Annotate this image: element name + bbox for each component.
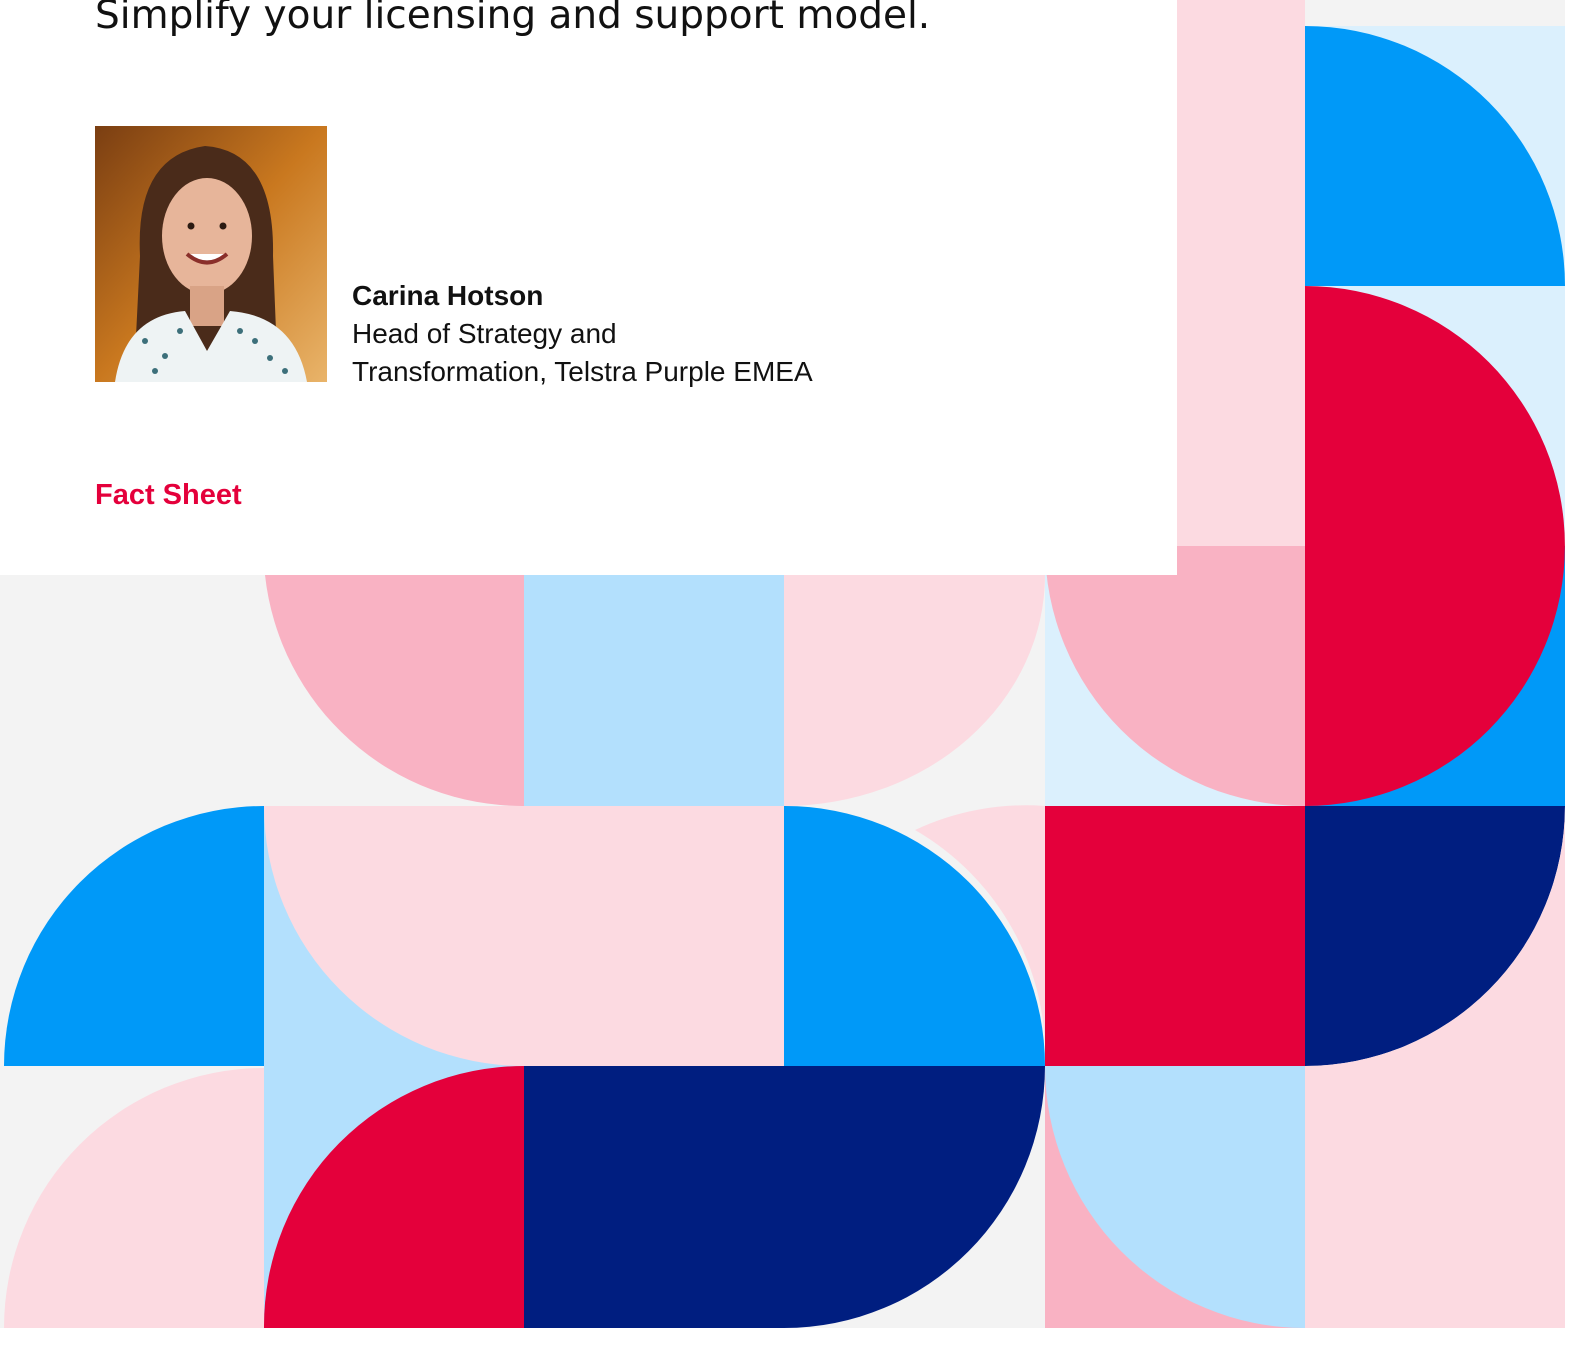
author-name: Carina Hotson <box>352 280 544 311</box>
author-title-line2: Transformation, Telstra Purple EMEA <box>352 356 813 387</box>
header-card: Simplify your licensing and support mode… <box>0 0 1177 575</box>
document-type-label: Fact Sheet <box>95 479 242 511</box>
author-title-line1: Head of Strategy and <box>352 318 617 349</box>
author-photo <box>95 126 327 382</box>
headline: Simplify your licensing and support mode… <box>95 0 931 38</box>
author-title: Head of Strategy and Transformation, Tel… <box>352 315 813 391</box>
